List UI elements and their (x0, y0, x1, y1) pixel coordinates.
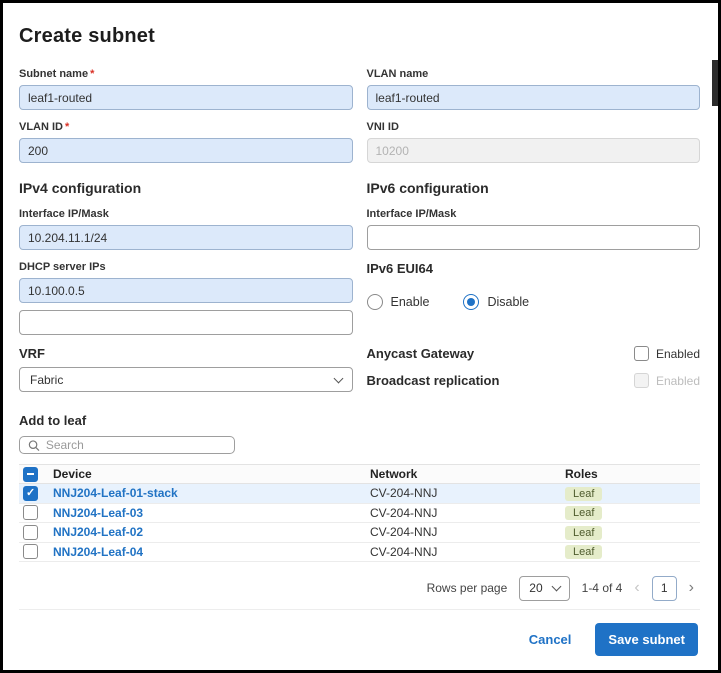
vrf-field: VRF Fabric (19, 346, 353, 400)
pagination: Rows per page 20 1-4 of 4 ‹ 1 › (19, 575, 694, 601)
row-checkbox[interactable] (23, 524, 38, 540)
eui64-field: IPv6 EUI64 Enable Disable (366, 261, 701, 335)
eui64-disable-option[interactable]: Disable (463, 294, 529, 310)
broadcast-checkbox-group: Enabled (633, 373, 700, 388)
role-badge: Leaf (565, 506, 603, 521)
search-icon (28, 440, 40, 451)
dhcp-input-1[interactable] (19, 278, 353, 303)
role-badge: Leaf (565, 486, 603, 501)
row-checkbox[interactable] (23, 505, 38, 521)
vlan-name-field: VLAN name (366, 68, 700, 110)
search-box[interactable] (19, 436, 235, 455)
ipv6-interface-field: Interface IP/Mask (366, 208, 700, 250)
row-checkbox[interactable] (23, 544, 38, 560)
table-row[interactable]: NNJ204-Leaf-03 CV-204-NNJ Leaf (19, 504, 700, 524)
radio-selected-icon[interactable] (463, 294, 480, 310)
vni-id-input (366, 138, 700, 163)
prev-page-icon[interactable]: ‹ (634, 580, 639, 596)
select-all-checkbox[interactable] (23, 466, 38, 482)
table-row[interactable]: NNJ204-Leaf-04 CV-204-NNJ Leaf (19, 543, 700, 562)
ipv6-section-header: IPv6 configuration (366, 180, 489, 196)
ipv4-section-header: IPv4 configuration (19, 180, 142, 196)
eui64-disable-label: Disable (487, 295, 530, 309)
table-row[interactable]: NNJ204-Leaf-02 CV-204-NNJ Leaf (19, 523, 700, 543)
pagination-range: 1-4 of 4 (581, 581, 623, 596)
chevron-down-icon (551, 582, 562, 592)
dhcp-label: DHCP server IPs (19, 261, 106, 273)
role-badge: Leaf (565, 545, 603, 560)
ipv4-interface-label: Interface IP/Mask (19, 208, 109, 220)
eui64-label: IPv6 EUI64 (366, 261, 434, 276)
vlan-id-label: VLAN ID * (19, 121, 70, 133)
eui64-radio-group: Enable Disable (366, 294, 701, 310)
broadcast-row: Broadcast replication Enabled (366, 373, 700, 388)
row-checkbox[interactable] (23, 485, 38, 501)
form-grid-top: Subnet name* VLAN name VLAN ID* VNI ID (19, 68, 700, 174)
anycast-checkbox-label: Enabled (655, 346, 700, 361)
device-column-header: Device (53, 467, 92, 482)
dhcp-input-2[interactable] (19, 310, 353, 335)
rows-per-page-value: 20 (529, 581, 543, 596)
table-row[interactable]: NNJ204-Leaf-01-stack CV-204-NNJ Leaf (19, 484, 700, 504)
ipv4-interface-field: Interface IP/Mask (19, 208, 353, 250)
ipv4-interface-input[interactable] (19, 225, 353, 250)
table-header: Device Network Roles (19, 464, 700, 485)
broadcast-checkbox (633, 373, 649, 388)
anycast-checkbox-group: Enabled (633, 346, 700, 361)
ipv6-interface-label: Interface IP/Mask (366, 208, 457, 220)
vlan-name-input[interactable] (366, 85, 700, 110)
device-link[interactable]: NNJ204-Leaf-02 (53, 525, 143, 539)
dhcp-field: DHCP server IPs (19, 261, 353, 335)
search-input[interactable] (45, 438, 226, 453)
required-marker: * (65, 121, 70, 133)
rows-per-page-select[interactable]: 20 (519, 575, 570, 601)
create-subnet-dialog: Create subnet Subnet name* VLAN name VLA… (3, 3, 718, 670)
ipv6-interface-input[interactable] (366, 225, 700, 250)
network-cell: CV-204-NNJ (370, 486, 438, 501)
network-column-header: Network (370, 467, 418, 482)
broadcast-checkbox-label: Enabled (655, 373, 700, 388)
vlan-id-input[interactable] (19, 138, 353, 163)
cancel-button[interactable]: Cancel (529, 632, 572, 647)
subnet-name-field: Subnet name * (19, 68, 353, 110)
eui64-enable-option[interactable]: Enable (366, 294, 430, 310)
network-cell: CV-204-NNJ (370, 525, 438, 540)
rows-per-page-label: Rows per page (426, 581, 508, 596)
device-link[interactable]: NNJ204-Leaf-03 (53, 506, 143, 520)
add-to-leaf-header: Add to leaf (19, 413, 87, 428)
anycast-row: Anycast Gateway Enabled (366, 346, 700, 361)
form-grid-ip: IPv4 configuration IPv6 configuration In… (19, 174, 700, 411)
network-cell: CV-204-NNJ (370, 544, 438, 559)
select-all-cell (19, 466, 53, 482)
radio-unselected-icon[interactable] (366, 294, 383, 310)
dialog-footer: Cancel Save subnet (19, 609, 700, 670)
anycast-checkbox[interactable] (633, 346, 649, 361)
device-link[interactable]: NNJ204-Leaf-04 (53, 545, 143, 559)
vrf-label: VRF (19, 346, 45, 361)
scrollbar-thumb[interactable] (712, 60, 718, 106)
vlan-id-field: VLAN ID * (19, 121, 353, 163)
vni-id-field: VNI ID (366, 121, 700, 163)
anycast-label: Anycast Gateway (366, 346, 475, 361)
device-link[interactable]: NNJ204-Leaf-01-stack (53, 486, 178, 500)
eui64-enable-label: Enable (390, 295, 430, 309)
vrf-select[interactable]: Fabric (19, 367, 353, 392)
chevron-down-icon (333, 373, 343, 383)
current-page-button[interactable]: 1 (651, 575, 677, 601)
vlan-name-label: VLAN name (366, 68, 429, 80)
vni-id-label: VNI ID (366, 121, 399, 133)
roles-column-header: Roles (565, 467, 598, 482)
subnet-name-label: Subnet name * (19, 68, 95, 80)
network-cell: CV-204-NNJ (370, 505, 438, 520)
role-badge: Leaf (565, 525, 603, 540)
gateway-toggles: Anycast Gateway Enabled Broadcast replic… (366, 346, 700, 400)
broadcast-label: Broadcast replication (366, 373, 500, 388)
subnet-name-input[interactable] (19, 85, 353, 110)
next-page-icon[interactable]: › (689, 580, 694, 596)
save-subnet-button[interactable]: Save subnet (595, 623, 698, 656)
vrf-selected-value: Fabric (30, 372, 64, 387)
dialog-title: Create subnet (19, 25, 155, 47)
required-marker: * (90, 68, 95, 80)
